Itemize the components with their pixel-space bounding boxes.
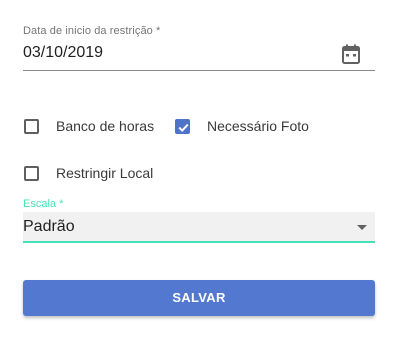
escala-select-box[interactable] bbox=[23, 212, 375, 242]
start-date-underline bbox=[23, 70, 375, 71]
checkbox-banco-de-horas-label[interactable]: Banco de horas bbox=[56, 118, 154, 134]
checkbox-unchecked-icon[interactable] bbox=[24, 165, 39, 181]
start-date-label: Data de inicio da restrição * bbox=[23, 25, 161, 37]
checkbox-unchecked-icon[interactable] bbox=[24, 118, 39, 134]
escala-selected-value[interactable]: Padrão bbox=[23, 218, 75, 236]
checkbox-restringir-local-label[interactable]: Restringir Local bbox=[56, 165, 153, 181]
checkbox-restringir-local[interactable]: Restringir Local bbox=[24, 162, 153, 184]
start-date-field[interactable]: Data de inicio da restrição * 03/10/2019 bbox=[23, 22, 375, 71]
save-button[interactable]: SALVAR bbox=[23, 280, 375, 316]
escala-label: Escala * bbox=[23, 198, 64, 210]
checkbox-banco-de-horas[interactable]: Banco de horas bbox=[24, 115, 154, 137]
start-date-value[interactable]: 03/10/2019 bbox=[23, 44, 103, 62]
dropdown-arrow-icon[interactable] bbox=[357, 225, 367, 230]
escala-underline bbox=[23, 241, 375, 243]
checkbox-necessario-foto[interactable]: Necessário Foto bbox=[175, 115, 309, 137]
checkbox-checked-icon[interactable] bbox=[175, 118, 190, 134]
checkbox-necessario-foto-label[interactable]: Necessário Foto bbox=[207, 118, 309, 134]
calendar-icon[interactable] bbox=[342, 44, 360, 64]
escala-select[interactable]: Escala * Padrão bbox=[23, 198, 375, 244]
